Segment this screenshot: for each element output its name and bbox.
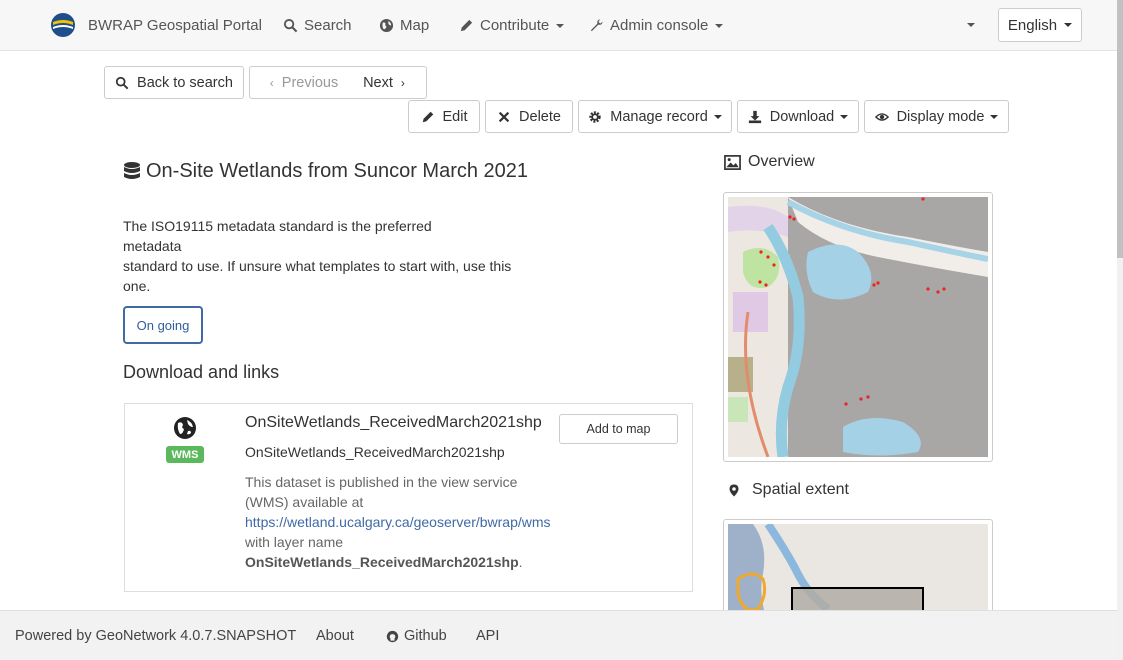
nav-map[interactable]: Map xyxy=(379,0,429,51)
pencil-icon xyxy=(460,19,473,32)
nav-contribute-label: Contribute xyxy=(480,17,550,34)
language-select[interactable]: English xyxy=(998,8,1082,42)
github-label: Github xyxy=(404,628,447,644)
edit-button[interactable]: Edit xyxy=(408,100,480,133)
map-marker-icon xyxy=(729,484,739,496)
edit-label: Edit xyxy=(442,108,468,125)
gear-icon xyxy=(589,110,601,123)
about-label: About xyxy=(316,628,354,644)
next-button[interactable]: Next › xyxy=(350,66,427,99)
nav-search[interactable]: Search xyxy=(283,0,352,51)
record-title-text: On-Site Wetlands from Suncor March 2021 xyxy=(146,160,529,182)
layer-name: OnSiteWetlands_ReceivedMarch2021shp xyxy=(245,554,519,570)
top-navbar: BWRAP Geospatial Portal Search Map Contr… xyxy=(0,0,1117,51)
pencil-icon xyxy=(422,111,433,122)
chevron-down-icon xyxy=(556,23,565,28)
api-label: API xyxy=(476,628,500,644)
chevron-right-icon: › xyxy=(400,75,405,90)
close-icon xyxy=(498,111,510,122)
wms-badge: WMS xyxy=(166,446,204,463)
download-links-heading: Download and links xyxy=(123,362,280,382)
overview-title: Overview xyxy=(748,153,815,170)
chevron-down-icon xyxy=(715,23,724,28)
back-to-search-button[interactable]: Back to search xyxy=(104,66,244,99)
wrench-icon xyxy=(590,19,603,32)
logo-icon xyxy=(51,13,75,37)
delete-button[interactable]: Delete xyxy=(485,100,573,133)
delete-label: Delete xyxy=(519,108,561,125)
previous-label: Previous xyxy=(281,74,339,91)
next-label: Next xyxy=(363,74,393,91)
overview-map-image xyxy=(728,197,988,457)
page-footer: Powered by GeoNetwork 4.0.7.SNAPSHOT Abo… xyxy=(0,610,1117,660)
nav-map-label: Map xyxy=(400,17,430,34)
overview-heading: Overview xyxy=(724,153,815,171)
previous-button[interactable]: ‹ Previous xyxy=(249,66,351,99)
record-title: On-Site Wetlands from Suncor March 2021 xyxy=(123,160,528,183)
spatial-extent-map[interactable] xyxy=(723,519,993,619)
github-icon xyxy=(386,630,399,642)
search-icon xyxy=(283,18,298,33)
download-button[interactable]: Download xyxy=(737,100,859,133)
overview-thumbnail[interactable] xyxy=(723,192,993,462)
manage-record-label: Manage record xyxy=(610,108,708,125)
powered-by-text: Powered by GeoNetwork 4.0.7.SNAPSHOT xyxy=(15,628,297,644)
image-icon xyxy=(724,154,741,170)
chevron-left-icon: ‹ xyxy=(269,75,274,90)
scrollbar-thumb[interactable] xyxy=(1117,0,1123,258)
powered-by-link[interactable]: Powered by GeoNetwork 4.0.7.SNAPSHOT xyxy=(15,628,296,644)
nav-admin-console[interactable]: Admin console xyxy=(589,0,724,51)
download-icon xyxy=(748,110,761,123)
link-card: WMS OnSiteWetlands_ReceivedMarch2021shp … xyxy=(124,403,693,592)
link-desc-mid: with layer name xyxy=(245,534,344,550)
brand-text: BWRAP Geospatial Portal xyxy=(88,16,262,34)
globe-icon xyxy=(174,417,196,439)
link-desc-prefix: This dataset is published in the view se… xyxy=(245,474,518,510)
nav-search-label: Search xyxy=(304,17,352,34)
record-abstract: The ISO19115 metadata standard is the pr… xyxy=(123,218,512,294)
nav-contribute[interactable]: Contribute xyxy=(459,0,565,51)
manage-record-button[interactable]: Manage record xyxy=(578,100,732,133)
download-label: Download xyxy=(769,108,835,125)
brand-link[interactable]: BWRAP Geospatial Portal xyxy=(50,8,262,42)
chevron-down-icon xyxy=(990,114,999,119)
chevron-down-icon xyxy=(840,114,849,119)
link-desc-suffix: . xyxy=(518,554,523,570)
search-icon xyxy=(115,76,129,89)
database-icon xyxy=(124,161,140,179)
about-link[interactable]: About xyxy=(316,628,354,644)
globe-icon xyxy=(379,18,394,33)
spatial-extent-title: Spatial extent xyxy=(752,481,849,498)
api-link[interactable]: API xyxy=(476,628,499,644)
user-menu-dropdown[interactable] xyxy=(967,23,975,27)
display-mode-button[interactable]: Display mode xyxy=(864,100,1009,133)
eye-icon xyxy=(874,112,889,121)
back-to-search-label: Back to search xyxy=(137,74,233,91)
spatial-extent-heading: Spatial extent xyxy=(724,481,849,499)
display-mode-label: Display mode xyxy=(896,108,985,125)
chevron-down-icon xyxy=(713,114,722,119)
link-subtitle: OnSiteWetlands_ReceivedMarch2021shp xyxy=(245,444,505,460)
status-badge: On going xyxy=(123,306,203,344)
language-label: English xyxy=(1007,16,1058,34)
github-link[interactable]: Github xyxy=(386,628,447,644)
add-to-map-button[interactable]: Add to map xyxy=(559,414,678,444)
extent-map-image xyxy=(728,524,988,618)
nav-admin-label: Admin console xyxy=(610,17,709,34)
chevron-down-icon xyxy=(1064,23,1073,27)
link-description: This dataset is published in the view se… xyxy=(245,472,551,572)
service-url-link[interactable]: https://wetland.ucalgary.ca/geoserver/bw… xyxy=(245,514,551,530)
link-title[interactable]: OnSiteWetlands_ReceivedMarch2021shp xyxy=(245,414,542,432)
